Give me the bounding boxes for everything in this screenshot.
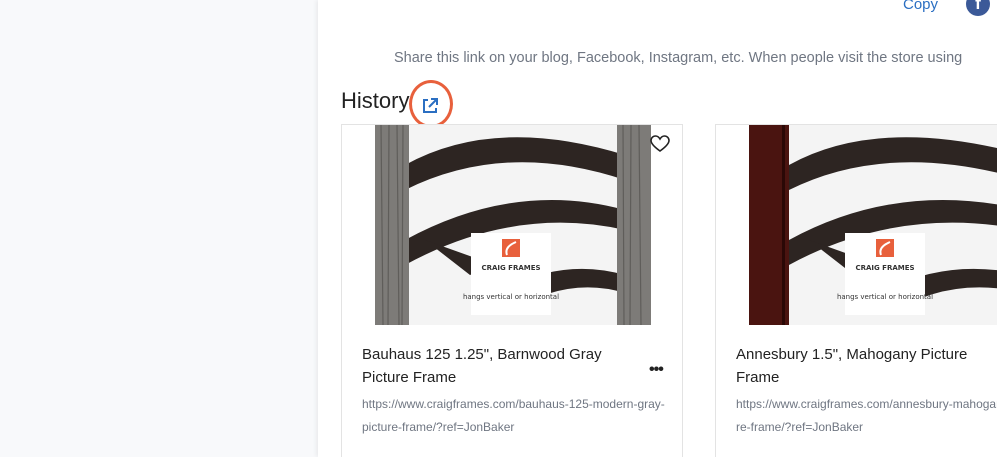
frame-image-2: CRAIG FRAMES hangs vertical or horizonta… <box>749 125 997 325</box>
heart-icon[interactable] <box>650 135 670 153</box>
image-logo-text: CRAIG FRAMES <box>481 264 540 272</box>
product-url[interactable]: https://www.craigframes.com/bauhaus-125-… <box>362 393 667 439</box>
history-title: History <box>341 88 410 113</box>
more-options-icon[interactable]: ••• <box>649 361 664 379</box>
image-caption-text: hangs vertical or horizontal <box>463 293 559 301</box>
product-image[interactable]: CRAIG FRAMES hangs vertical or horizonta… <box>375 125 651 325</box>
copy-link-button[interactable]: Copy <box>903 0 938 13</box>
product-title[interactable]: Annesbury 1.5", Mahogany Picture Frame <box>736 343 997 389</box>
product-card[interactable]: CRAIG FRAMES hangs vertical or horizonta… <box>715 124 997 457</box>
main-panel: Copy f Share this link on your blog, Fac… <box>318 0 997 457</box>
product-image[interactable]: CRAIG FRAMES hangs vertical or horizonta… <box>749 125 997 325</box>
highlight-ring <box>409 80 453 128</box>
frame-image-1: CRAIG FRAMES hangs vertical or horizonta… <box>375 125 651 325</box>
share-description: Share this link on your blog, Facebook, … <box>394 50 963 66</box>
image-caption-text: hangs vertical or horizontal <box>837 293 933 301</box>
left-pane <box>0 0 318 457</box>
facebook-glyph: f <box>975 0 981 13</box>
product-title[interactable]: Bauhaus 125 1.25", Barnwood Gray Picture… <box>362 343 632 389</box>
facebook-icon[interactable]: f <box>966 0 990 16</box>
product-url[interactable]: https://www.craigframes.com/annesbury-ma… <box>736 393 997 439</box>
product-card[interactable]: CRAIG FRAMES hangs vertical or horizonta… <box>341 124 683 457</box>
image-logo-text: CRAIG FRAMES <box>855 264 914 272</box>
